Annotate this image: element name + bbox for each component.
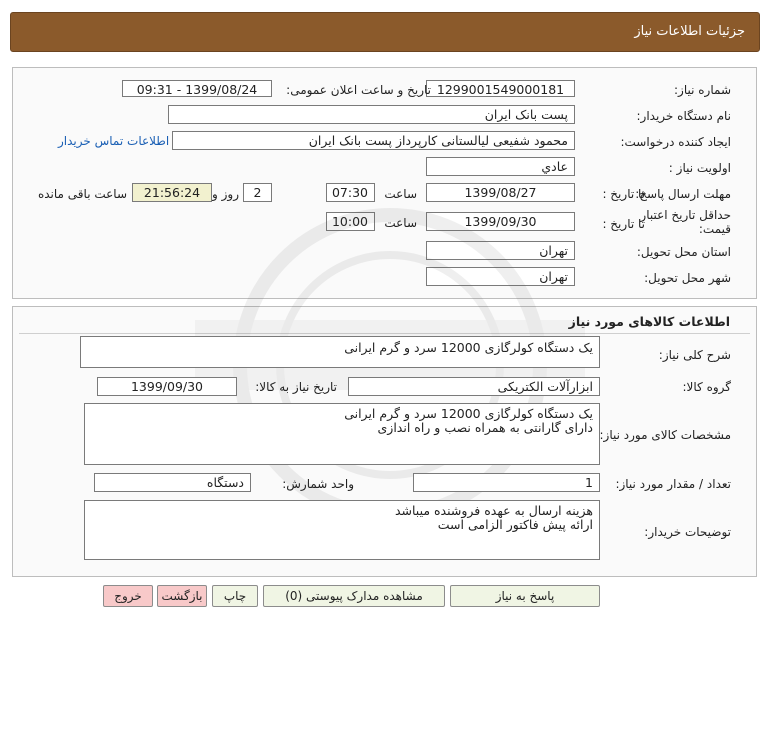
- deadline-label: مهلت ارسال پاسخ:: [635, 187, 731, 201]
- validity-time-label: ساعت: [384, 216, 417, 230]
- goods-section-title: اطلاعات کالاهای مورد نیاز: [568, 314, 730, 329]
- goods-specs-field[interactable]: یک دستگاه کولرگازی 12000 سرد و گرم ایران…: [84, 403, 600, 465]
- price-validity-label: حداقل تاریخ اعتبار قیمت:: [640, 208, 731, 236]
- unit-field[interactable]: دستگاه: [94, 473, 251, 492]
- deadline-to-date-label: تا تاریخ :: [602, 187, 645, 201]
- need-summary-label: شرح کلی نیاز:: [658, 348, 731, 362]
- remaining-time-field: 21:56:24: [132, 183, 212, 202]
- buyer-notes-field[interactable]: هزینه ارسال به عهده فروشنده میباشد ارائه…: [84, 500, 600, 560]
- view-attachments-button[interactable]: مشاهده مدارک پیوستی (0): [263, 585, 445, 607]
- announce-datetime-field[interactable]: 1399/08/24 - 09:31: [122, 80, 272, 97]
- delivery-province-field[interactable]: تهران: [426, 241, 575, 260]
- exit-button[interactable]: خروج: [103, 585, 153, 607]
- need-details-panel: [12, 67, 757, 299]
- buyer-org-field[interactable]: پست بانک ایران: [168, 105, 575, 124]
- print-button[interactable]: چاپ: [212, 585, 258, 607]
- remaining-time-label: ساعت باقی مانده: [37, 187, 127, 201]
- back-button[interactable]: بازگشت: [157, 585, 207, 607]
- buyer-org-label: نام دستگاه خریدار:: [636, 109, 732, 123]
- section-divider: [19, 333, 750, 334]
- deadline-date-field[interactable]: 1399/08/27: [426, 183, 575, 202]
- quantity-field[interactable]: 1: [413, 473, 600, 492]
- requester-field[interactable]: محمود شفیعی لیالستانی کارپرداز پست بانک …: [172, 131, 575, 150]
- priority-label: اولویت نیاز :: [668, 161, 731, 175]
- quantity-label: تعداد / مقدار مورد نیاز:: [615, 477, 731, 491]
- need-date-label: تاریخ نیاز به کالا:: [255, 380, 337, 394]
- validity-time-field[interactable]: 10:00: [326, 212, 375, 231]
- delivery-city-label: شهر محل تحویل:: [644, 271, 731, 285]
- buyer-contact-link[interactable]: اطلاعات تماس خریدار: [58, 134, 169, 148]
- days-remaining-field[interactable]: 2: [243, 183, 272, 202]
- goods-group-label: گروه کالا:: [682, 380, 732, 394]
- priority-field[interactable]: عادي: [426, 157, 575, 176]
- validity-to-date-label: تا تاریخ :: [602, 217, 645, 231]
- delivery-province-label: استان محل تحویل:: [636, 245, 731, 259]
- requester-label: ایجاد کننده درخواست:: [620, 135, 731, 149]
- delivery-city-field[interactable]: تهران: [426, 267, 575, 286]
- buyer-notes-label: توضیحات خریدار:: [644, 525, 731, 539]
- need-number-field[interactable]: 1299001549000181: [426, 80, 575, 97]
- goods-group-field[interactable]: ابزارآلات الکتریکی: [348, 377, 600, 396]
- unit-label: واحد شمارش:: [282, 477, 354, 491]
- need-number-label: شماره نیاز:: [674, 83, 731, 97]
- validity-date-field[interactable]: 1399/09/30: [426, 212, 575, 231]
- reply-button[interactable]: پاسخ به نیاز: [450, 585, 600, 607]
- page-header: جزئیات اطلاعات نیاز: [10, 12, 760, 52]
- announce-datetime-label: تاریخ و ساعت اعلان عمومی:: [286, 83, 431, 97]
- deadline-time-label: ساعت: [384, 187, 417, 201]
- need-summary-field[interactable]: یک دستگاه کولرگازی 12000 سرد و گرم ایران…: [80, 336, 600, 368]
- page-title: جزئیات اطلاعات نیاز: [634, 24, 745, 39]
- goods-specs-label: مشخصات کالای مورد نیاز:: [599, 428, 731, 442]
- need-date-field[interactable]: 1399/09/30: [97, 377, 237, 396]
- deadline-time-field[interactable]: 07:30: [326, 183, 375, 202]
- days-label: روز و: [212, 187, 239, 201]
